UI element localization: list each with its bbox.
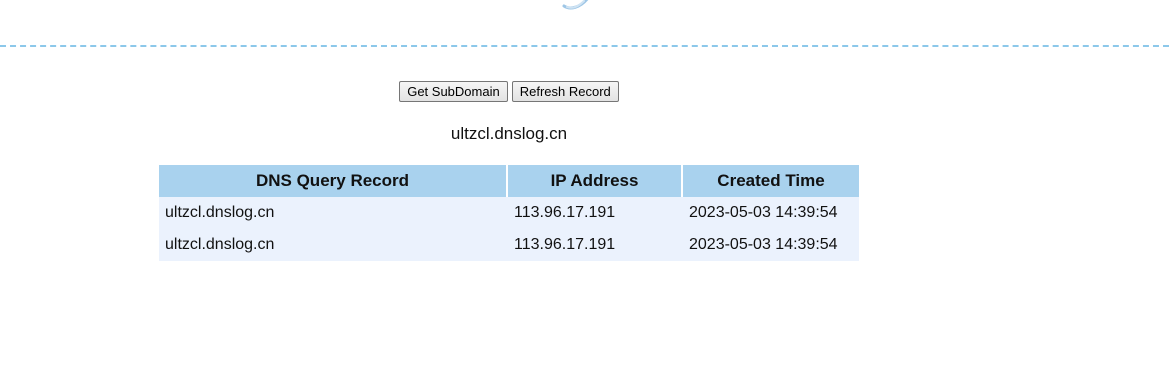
action-buttons: Get SubDomain Refresh Record — [0, 81, 1018, 102]
dnslog-page: Get SubDomain Refresh Record ultzcl.dnsl… — [0, 0, 1169, 375]
logo-swoosh-icon — [562, 0, 589, 10]
column-header-ip-address: IP Address — [508, 165, 683, 197]
dashed-divider — [0, 45, 1169, 47]
column-header-created-time: Created Time — [683, 165, 859, 197]
dns-records-table: DNS Query Record IP Address Created Time… — [159, 165, 859, 261]
table-header-row: DNS Query Record IP Address Created Time — [159, 165, 859, 197]
cell-ip-address: 113.96.17.191 — [514, 236, 616, 253]
column-header-dns-query-record: DNS Query Record — [159, 165, 508, 197]
table-row: ultzcl.dnslog.cn 113.96.17.191 2023-05-0… — [159, 229, 859, 261]
subdomain-display: ultzcl.dnslog.cn — [450, 124, 568, 143]
cell-created-time: 2023-05-03 14:39:54 — [689, 236, 838, 253]
cell-dns-query-record: ultzcl.dnslog.cn — [165, 204, 275, 221]
cell-ip-address: 113.96.17.191 — [514, 204, 616, 221]
cell-dns-query-record: ultzcl.dnslog.cn — [165, 236, 275, 253]
get-subdomain-button[interactable]: Get SubDomain — [399, 81, 508, 102]
table-row: ultzcl.dnslog.cn 113.96.17.191 2023-05-0… — [159, 197, 859, 229]
refresh-record-button[interactable]: Refresh Record — [511, 81, 619, 102]
cell-created-time: 2023-05-03 14:39:54 — [689, 204, 838, 221]
